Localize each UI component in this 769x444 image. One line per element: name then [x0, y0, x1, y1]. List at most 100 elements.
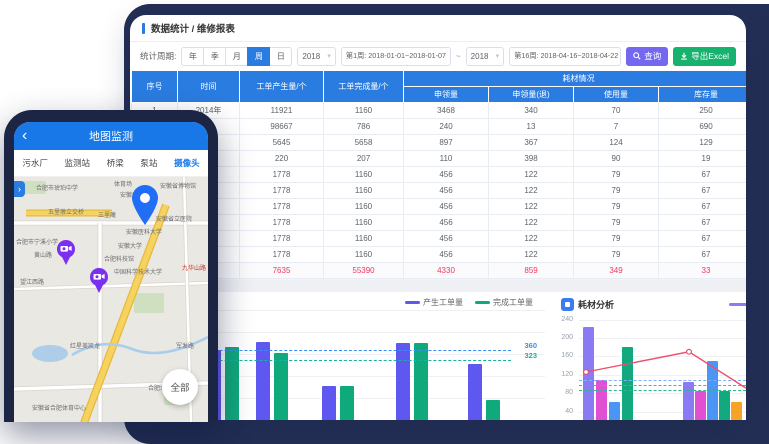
table-cell: 456 — [404, 183, 489, 199]
table-cell: 67 — [659, 247, 747, 263]
legend-dash-icon — [729, 303, 746, 306]
pin-icon — [130, 185, 160, 225]
chart-bar — [414, 343, 428, 420]
app-title: 地图监测 — [89, 128, 133, 144]
chart-icon — [561, 298, 574, 311]
table-cell: 1160 — [324, 167, 404, 183]
y-axis-tick-label: 40 — [555, 408, 573, 415]
panel-expander-button[interactable]: › — [14, 181, 25, 197]
table-cell: 1160 — [324, 183, 404, 199]
start-year-value: 2018 — [302, 52, 320, 61]
col-header-consumables-group: 耗材情况 — [404, 71, 747, 87]
table-row: 177811604561227967 — [132, 247, 747, 263]
calendar-caret-icon: ▾ — [327, 52, 331, 60]
camera-marker[interactable] — [89, 267, 109, 298]
period-option-周[interactable]: 周 — [247, 47, 270, 66]
period-option-年[interactable]: 年 — [181, 47, 204, 66]
col-header-completed: 工单完成量/个 — [324, 71, 404, 103]
legend-item-created[interactable]: 产生工单量 — [405, 297, 463, 308]
legend-label: 完成工单量 — [493, 297, 533, 308]
back-icon[interactable]: ‹ — [22, 123, 27, 149]
table-cell: 129 — [659, 135, 747, 151]
period-label: 统计周期: — [140, 50, 176, 62]
chart-bar — [695, 391, 706, 420]
map-place-label: 合肥市宁溪小学 — [16, 237, 58, 246]
table-cell: 340 — [489, 103, 574, 119]
table-cell: 79 — [574, 199, 659, 215]
start-week-value: 第1周: 2018-01-01~2018-01-07 — [346, 51, 446, 61]
chart-bar — [274, 353, 288, 420]
table-cell: 67 — [659, 183, 747, 199]
map-place-label: 九华山路 — [182, 263, 206, 272]
chart-bar — [683, 382, 694, 420]
range-separator: ~ — [456, 52, 461, 61]
table-cell: 456 — [404, 167, 489, 183]
reference-line-label: 360 — [524, 341, 537, 350]
map-place-label: 五里墩立交桥 — [48, 207, 84, 216]
table-cell: 456 — [404, 247, 489, 263]
legend-item-completed[interactable]: 完成工单量 — [475, 297, 533, 308]
chart-gridline — [579, 320, 746, 321]
map-place-label: 安徽省博物馆 — [160, 181, 196, 190]
period-option-日[interactable]: 日 — [269, 47, 292, 66]
chart-bar — [396, 343, 410, 420]
end-week-input[interactable]: 第16周: 2018-04-16~2018-04-22 — [509, 47, 621, 66]
start-year-select[interactable]: 2018 ▾ — [297, 47, 336, 66]
table-cell: 55390 — [324, 263, 404, 279]
start-week-input[interactable]: 第1周: 2018-01-01~2018-01-07 — [341, 47, 451, 66]
table-cell: 110 — [404, 151, 489, 167]
end-week-value: 第16周: 2018-04-16~2018-04-22 — [514, 51, 618, 61]
table-cell: 124 — [574, 135, 659, 151]
table-cell: 367 — [489, 135, 574, 151]
app-header: ‹ 地图监测 — [14, 122, 208, 150]
export-excel-button[interactable]: 导出Excel — [673, 47, 736, 66]
table-cell: 3468 — [404, 103, 489, 119]
chart-bar — [719, 391, 730, 420]
end-year-select[interactable]: 2018 ▾ — [466, 47, 505, 66]
query-button[interactable]: 查询 — [626, 47, 668, 66]
col-header-time: 时间 — [178, 71, 240, 103]
table-row: 98667786240137690 — [132, 119, 747, 135]
table-cell: 13 — [489, 119, 574, 135]
table-cell: 1778 — [240, 183, 324, 199]
legend-label: 产生工单量 — [423, 297, 463, 308]
breadcrumb: 数据统计 / 维修报表 — [130, 15, 746, 42]
table-cell: 122 — [489, 231, 574, 247]
table-cell: 4330 — [404, 263, 489, 279]
map-view[interactable]: 合肥市琥珀中学体育场安徽农业大学安徽省博物馆五里墩立交桥三里庵安徽省立医院安徽医… — [14, 177, 208, 422]
table-cell: 67 — [659, 231, 747, 247]
sub-header: 使用量 — [574, 87, 659, 103]
table-cell: 859 — [489, 263, 574, 279]
dashboard-window: 数据统计 / 维修报表 统计周期: 年季月周日 2018 ▾ 第1周: 2018… — [130, 15, 746, 420]
tab-监测站[interactable]: 监测站 — [65, 157, 91, 169]
table-cell: 79 — [574, 231, 659, 247]
table-row: 合计763555390433085934933 — [132, 263, 747, 279]
table-cell: 79 — [574, 215, 659, 231]
table-cell: 33 — [659, 263, 747, 279]
chart-title: 耗材分析 — [578, 298, 614, 311]
table-cell: 7 — [574, 119, 659, 135]
camera-marker[interactable] — [56, 239, 76, 270]
tab-泵站[interactable]: 泵站 — [140, 157, 157, 169]
table-cell: 456 — [404, 199, 489, 215]
period-option-季[interactable]: 季 — [203, 47, 226, 66]
tab-污水厂[interactable]: 污水厂 — [22, 157, 48, 169]
table-cell: 79 — [574, 183, 659, 199]
map-place-label: 三里庵 — [98, 210, 116, 219]
table-cell: 122 — [489, 215, 574, 231]
breadcrumb-accent-bar — [142, 23, 145, 34]
all-filter-button[interactable]: 全部 — [162, 369, 198, 405]
y-axis-tick-label: 80 — [555, 389, 573, 396]
table-cell: 1778 — [240, 247, 324, 263]
table-cell: 220 — [240, 151, 324, 167]
sub-header: 申领量 — [404, 87, 489, 103]
table-cell: 398 — [489, 151, 574, 167]
tab-摄像头[interactable]: 摄像头 — [174, 157, 200, 169]
period-option-月[interactable]: 月 — [225, 47, 248, 66]
table-cell: 90 — [574, 151, 659, 167]
location-pin-marker[interactable] — [130, 185, 160, 230]
y-axis-tick-label: 160 — [555, 352, 573, 359]
chart-bar — [583, 327, 594, 421]
table-cell: 1160 — [324, 215, 404, 231]
tab-桥梁[interactable]: 桥梁 — [107, 157, 124, 169]
